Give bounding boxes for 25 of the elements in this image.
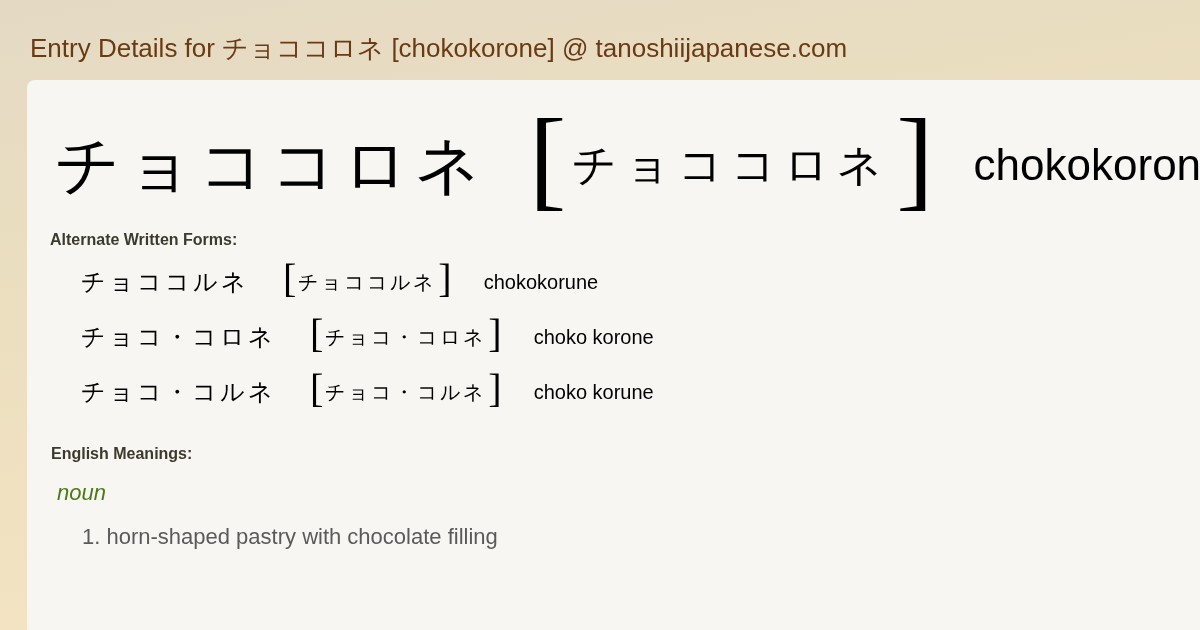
opening-bracket: [ <box>283 258 297 299</box>
closing-bracket: ] <box>896 102 934 214</box>
kana-reading: チョココロネ <box>572 143 891 187</box>
section-heading: Alternate Written Forms: <box>50 230 239 250</box>
headword: チョココロネ <box>55 133 487 197</box>
opening-bracket: [ <box>310 313 324 354</box>
section-heading: English Meanings: <box>51 444 194 464</box>
kana-reading: チョコ・コロネ <box>325 326 487 347</box>
closing-bracket: ] <box>438 258 452 299</box>
kana-reading: チョコ・コルネ <box>325 381 487 402</box>
romaji-reading: chokokoron <box>973 143 1200 187</box>
alternate-form: チョココルネ <box>81 269 249 294</box>
closing-bracket: ] <box>488 368 502 409</box>
romaji-reading: choko korone <box>533 326 654 347</box>
opening-bracket: [ <box>529 102 567 214</box>
page-title: Entry Details for チョココロネ [chokokorone] @ tanoshiijapanese.com <box>30 33 849 63</box>
meaning-text: 1. horn-shaped pastry with chocolate filling <box>82 524 498 550</box>
romaji-reading: chokokorune <box>483 271 599 292</box>
alternate-form: チョコ・コルネ <box>81 379 276 404</box>
closing-bracket: ] <box>488 313 502 354</box>
alternate-form: チョコ・コロネ <box>81 324 276 349</box>
romaji-reading: choko korune <box>533 381 654 402</box>
kana-reading: チョココルネ <box>298 271 437 292</box>
opening-bracket: [ <box>310 368 324 409</box>
part-of-speech: noun <box>57 480 106 506</box>
